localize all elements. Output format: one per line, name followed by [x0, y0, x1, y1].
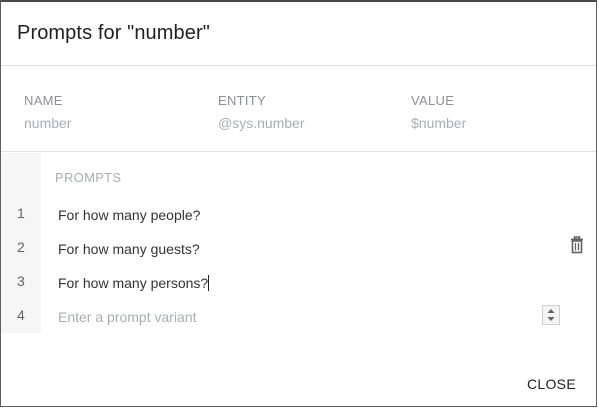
entity-header: ENTITY	[218, 93, 267, 108]
prompt-variant-1[interactable]: For how many people?	[58, 207, 200, 223]
close-button[interactable]: CLOSE	[519, 372, 584, 396]
name-value: number	[24, 115, 72, 131]
row-number: 4	[17, 307, 25, 323]
value-header: VALUE	[411, 93, 455, 108]
row-number: 1	[17, 205, 25, 221]
text-cursor	[208, 275, 210, 291]
param-value-column: VALUE $number	[411, 93, 466, 131]
params-divider	[1, 151, 596, 152]
prompts-dialog: Prompts for "number" NAME number ENTITY …	[0, 0, 597, 407]
param-name-column: NAME number	[24, 93, 71, 131]
value-value: $number	[411, 115, 467, 131]
param-entity-column: ENTITY @sys.number	[218, 93, 305, 131]
row-number: 3	[17, 273, 25, 289]
title-divider	[1, 65, 596, 66]
entity-value: @sys.number	[218, 115, 305, 131]
trash-icon[interactable]	[569, 236, 585, 254]
dialog-title: Prompts for "number"	[17, 22, 210, 44]
prompt-variant-3[interactable]: For how many persons?	[58, 275, 210, 291]
stepper-arrows-icon[interactable]	[542, 305, 560, 325]
prompt-variant-3-text: For how many persons?	[58, 275, 209, 291]
name-header: NAME	[24, 93, 63, 108]
prompts-header: PROMPTS	[55, 170, 122, 185]
new-prompt-input[interactable]: Enter a prompt variant	[58, 309, 197, 325]
row-number: 2	[17, 239, 25, 255]
prompt-variant-2[interactable]: For how many guests?	[58, 241, 200, 257]
